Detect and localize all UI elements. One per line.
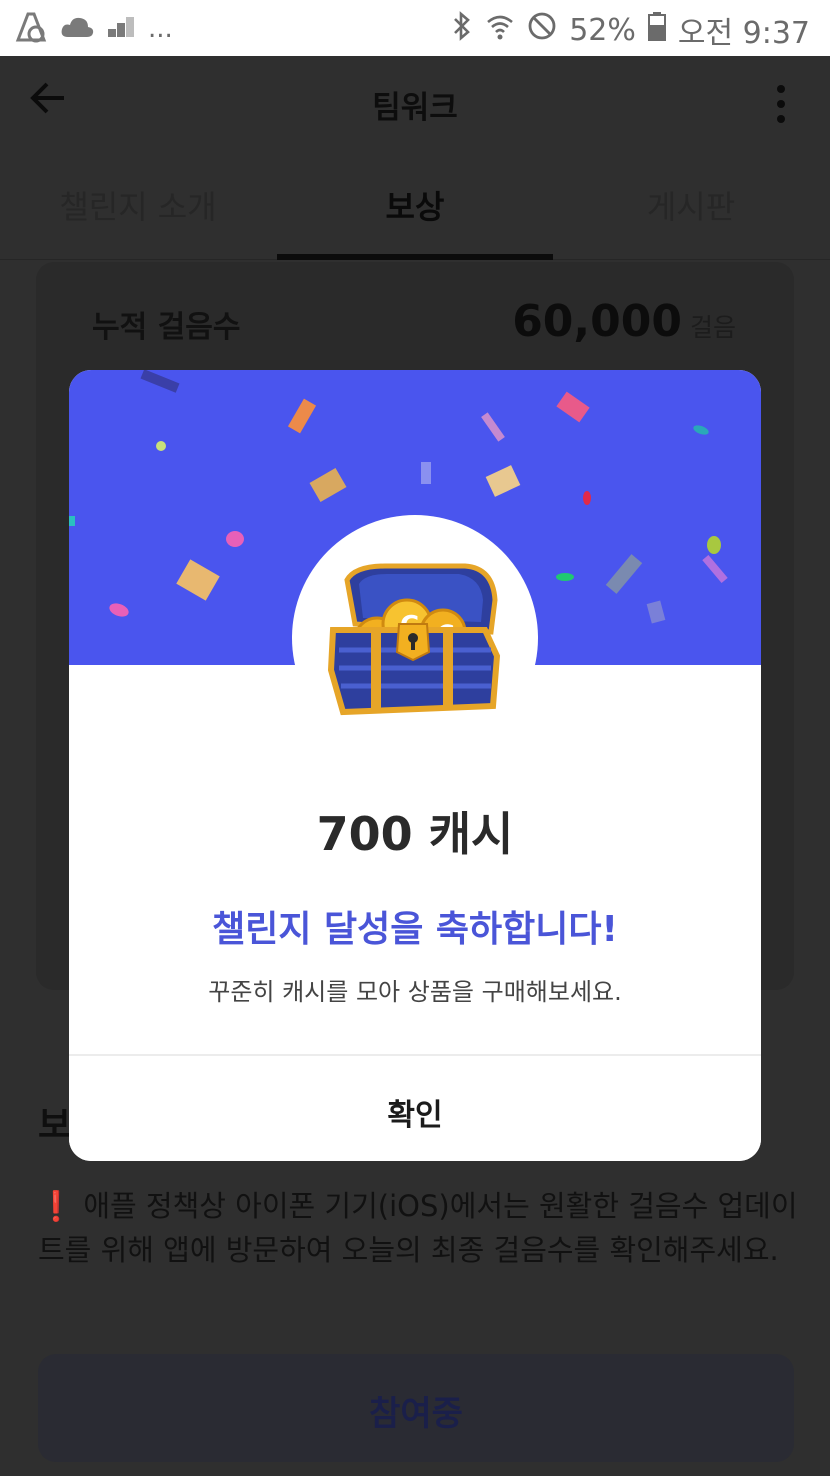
cloud-icon [60, 15, 94, 43]
status-bar: ... 52% 오전 9:37 [0, 0, 830, 56]
steps-number: 60,000 [512, 296, 682, 347]
exclamation-icon: ❗ [38, 1189, 75, 1223]
page-title: 팀워크 [372, 90, 458, 126]
active-tab-indicator [277, 254, 553, 260]
congrats-title: 챌린지 달성을 축하합니다! [212, 909, 618, 950]
confirm-button[interactable]: 확인 [69, 1056, 761, 1161]
app-bar: 팀워크 [0, 56, 830, 146]
tab-reward[interactable]: 보상 [277, 182, 553, 228]
tab-bar: 챌린지 소개 보상 게시판 [0, 146, 830, 260]
steps-unit: 걸음 [689, 313, 736, 342]
battery-icon [647, 11, 666, 49]
cumulative-steps-label: 누적 걸음수 [92, 310, 241, 345]
reward-amount: 700 캐시 [316, 807, 514, 861]
reward-modal: C C C 700 캐시 챌린지 달성을 축하합니다! 꾸준히 캐시를 모아 상… [69, 370, 761, 1161]
treasure-chest-icon: C C C [325, 560, 505, 724]
battery-percent: 52% [569, 12, 636, 48]
section-heading: 보 [38, 1105, 72, 1146]
confirm-label: 확인 [387, 1098, 443, 1133]
kebab-menu-icon[interactable] [776, 84, 786, 128]
participating-button[interactable]: 참여중 [38, 1354, 794, 1462]
ios-notice: ❗ 애플 정책상 아이폰 기기(iOS)에서는 원활한 걸음수 업데이트를 위해… [38, 1184, 798, 1272]
participating-label: 참여중 [369, 1394, 463, 1434]
congrats-subtext: 꾸준히 캐시를 모아 상품을 구매해보세요. [208, 978, 622, 1006]
status-time: 오전 9:37 [677, 16, 810, 51]
tab-challenge-intro[interactable]: 챌린지 소개 [0, 182, 276, 228]
wifi-icon [485, 11, 515, 49]
tab-board[interactable]: 게시판 [553, 182, 829, 228]
status-left: ... [14, 10, 173, 48]
status-overflow: ... [148, 14, 173, 44]
do-not-disturb-icon [527, 11, 557, 49]
signal-bars-icon [106, 15, 136, 43]
ios-notice-text: 애플 정책상 아이폰 기기(iOS)에서는 원활한 걸음수 업데이트를 위해 앱… [38, 1189, 798, 1267]
cumulative-steps-value: 60,000 걸음 [512, 296, 736, 347]
app-logo-icon [14, 10, 48, 48]
status-right: 52% 오전 9:37 [451, 8, 810, 52]
bluetooth-icon [451, 10, 473, 50]
